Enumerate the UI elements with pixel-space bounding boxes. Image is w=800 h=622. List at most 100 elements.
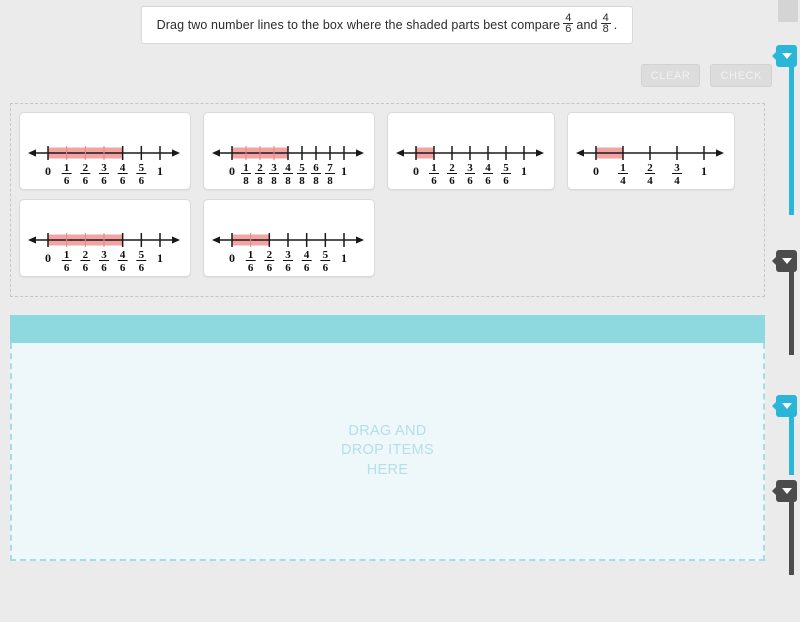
tick-label-denominator: 8 (257, 175, 263, 185)
number-line-card-1[interactable]: 016263646561 (19, 112, 191, 190)
cyan-marker-lower-chevron-down-icon[interactable] (772, 395, 797, 417)
tick-label-denominator: 6 (485, 175, 491, 185)
tick-label-numerator: 5 (503, 162, 509, 174)
tick-label-numerator: 5 (323, 249, 329, 261)
drop-placeholder-line-2: DROP ITEMS (341, 442, 434, 459)
tick-label-denominator: 6 (83, 175, 89, 185)
number-line-card-2[interactable]: 0182838485868781 (203, 112, 375, 190)
marker-notch (772, 256, 777, 266)
tick-label-numerator: 1 (64, 249, 70, 261)
prompt-fraction-a: 4 6 (563, 12, 574, 35)
drop-zone[interactable]: DRAG AND DROP ITEMS HERE (10, 343, 765, 561)
tick-label-numerator: 2 (83, 249, 89, 261)
marker-notch (772, 401, 777, 411)
prompt-period: . (613, 18, 618, 32)
tick-label-denominator: 6 (120, 175, 126, 185)
number-line-card-4[interactable]: 01424341 (567, 112, 735, 190)
tick-label-denominator: 4 (674, 175, 680, 185)
clear-button[interactable]: CLEAR (640, 64, 701, 87)
number-line-graphic: 0 16263646561 (212, 233, 364, 272)
tick-label-denominator: 8 (313, 175, 319, 185)
tick-label-denominator: 6 (323, 262, 329, 272)
prompt-fraction-b-denominator: 8 (600, 23, 611, 35)
tick-label-denominator: 6 (101, 175, 107, 185)
tick-label-denominator: 6 (467, 175, 473, 185)
tick-label-denominator: 8 (327, 175, 333, 185)
tick-label-numerator: 3 (101, 249, 107, 261)
tick-label: 1 (701, 164, 707, 178)
tick-label-denominator: 6 (83, 262, 89, 272)
tray-row-1: 016263646561 0182838485868781 0162636465… (19, 112, 756, 190)
cyan-marker-bar (789, 45, 794, 215)
tick-label-numerator: 5 (139, 162, 145, 174)
tick-label-denominator: 4 (620, 175, 626, 185)
tick-label: 0 (229, 251, 235, 265)
tick-label-numerator: 5 (139, 249, 145, 261)
drop-zone-header (10, 315, 765, 343)
tick-label: 0 (45, 164, 51, 178)
tick-label-denominator: 8 (285, 175, 291, 185)
tick-label-denominator: 6 (139, 262, 145, 272)
number-line-graphic: 0 16263646561 (28, 146, 180, 185)
tick-label-numerator: 3 (271, 162, 277, 174)
tick-label-denominator: 6 (64, 262, 70, 272)
tick-label-numerator: 1 (620, 162, 626, 174)
number-line-card-6[interactable]: 016263646561 (203, 199, 375, 277)
tick-label: 1 (521, 164, 527, 178)
scrollbar-thumb[interactable] (778, 0, 798, 22)
tick-label-numerator: 2 (83, 162, 89, 174)
tick-label-numerator: 4 (304, 249, 310, 261)
prompt-fraction-b-numerator: 4 (602, 12, 609, 24)
cyan-marker-chevron-down-icon[interactable] (772, 45, 797, 67)
drop-placeholder-line-3: HERE (366, 461, 409, 478)
tick-label-numerator: 4 (485, 162, 491, 174)
tick-label: 1 (157, 164, 163, 178)
tick-label-denominator: 8 (299, 175, 305, 185)
marker-notch (772, 486, 777, 496)
drop-placeholder-line-1: DRAG AND (348, 422, 427, 439)
tick-label: 0 (229, 164, 235, 178)
tick-label-denominator: 4 (647, 175, 653, 185)
tick-label-numerator: 3 (101, 162, 107, 174)
prompt-fraction-a-denominator: 6 (563, 23, 574, 35)
dark-marker-lower-chevron-down-icon[interactable] (772, 480, 797, 502)
number-line-card-3[interactable]: 016263646561 (387, 112, 555, 190)
action-button-group: CLEAR CHECK (640, 64, 772, 87)
tick-label-denominator: 6 (101, 262, 107, 272)
question-prompt-text: Drag two number lines to the box where t… (156, 12, 618, 36)
number-line-graphic: 0 1424341 (576, 146, 724, 185)
tick-label-denominator: 6 (503, 175, 509, 185)
tick-label-denominator: 6 (120, 262, 126, 272)
tick-label: 0 (413, 164, 419, 178)
tick-label-numerator: 6 (313, 162, 319, 174)
tick-label-denominator: 6 (139, 175, 145, 185)
tick-label-denominator: 6 (248, 262, 254, 272)
tick-label-numerator: 1 (243, 162, 249, 174)
dark-marker-upper-chevron-down-icon[interactable] (772, 250, 797, 272)
number-line-graphic: 0 16263646561 (28, 233, 180, 272)
prompt-fraction-a-numerator: 4 (565, 12, 572, 24)
prompt-sentence: Drag two number lines to the box where t… (156, 18, 561, 32)
tick-label: 0 (593, 164, 599, 178)
tick-label: 1 (341, 251, 347, 265)
tick-label-numerator: 5 (299, 162, 305, 174)
tick-label: 0 (45, 251, 51, 265)
drop-zone-placeholder: DRAG AND DROP ITEMS HERE (341, 422, 434, 481)
draggable-items-tray: 016263646561 0182838485868781 0162636465… (10, 103, 765, 297)
tray-row-2: 016263646561 016263646561 (19, 199, 756, 277)
tick-label-numerator: 1 (248, 249, 254, 261)
tick-label-numerator: 2 (267, 249, 273, 261)
tick-label-denominator: 6 (449, 175, 455, 185)
tick-label-numerator: 4 (120, 162, 126, 174)
tick-label-numerator: 1 (431, 162, 437, 174)
right-rail (772, 0, 800, 622)
marker-notch (772, 51, 777, 61)
tick-label-numerator: 2 (647, 162, 653, 174)
check-button[interactable]: CHECK (710, 64, 772, 87)
tick-label-denominator: 6 (285, 262, 291, 272)
tick-label-numerator: 4 (285, 162, 291, 174)
tick-label-denominator: 8 (243, 175, 249, 185)
tick-label-denominator: 6 (64, 175, 70, 185)
number-line-card-5[interactable]: 016263646561 (19, 199, 191, 277)
tick-label-numerator: 3 (674, 162, 680, 174)
